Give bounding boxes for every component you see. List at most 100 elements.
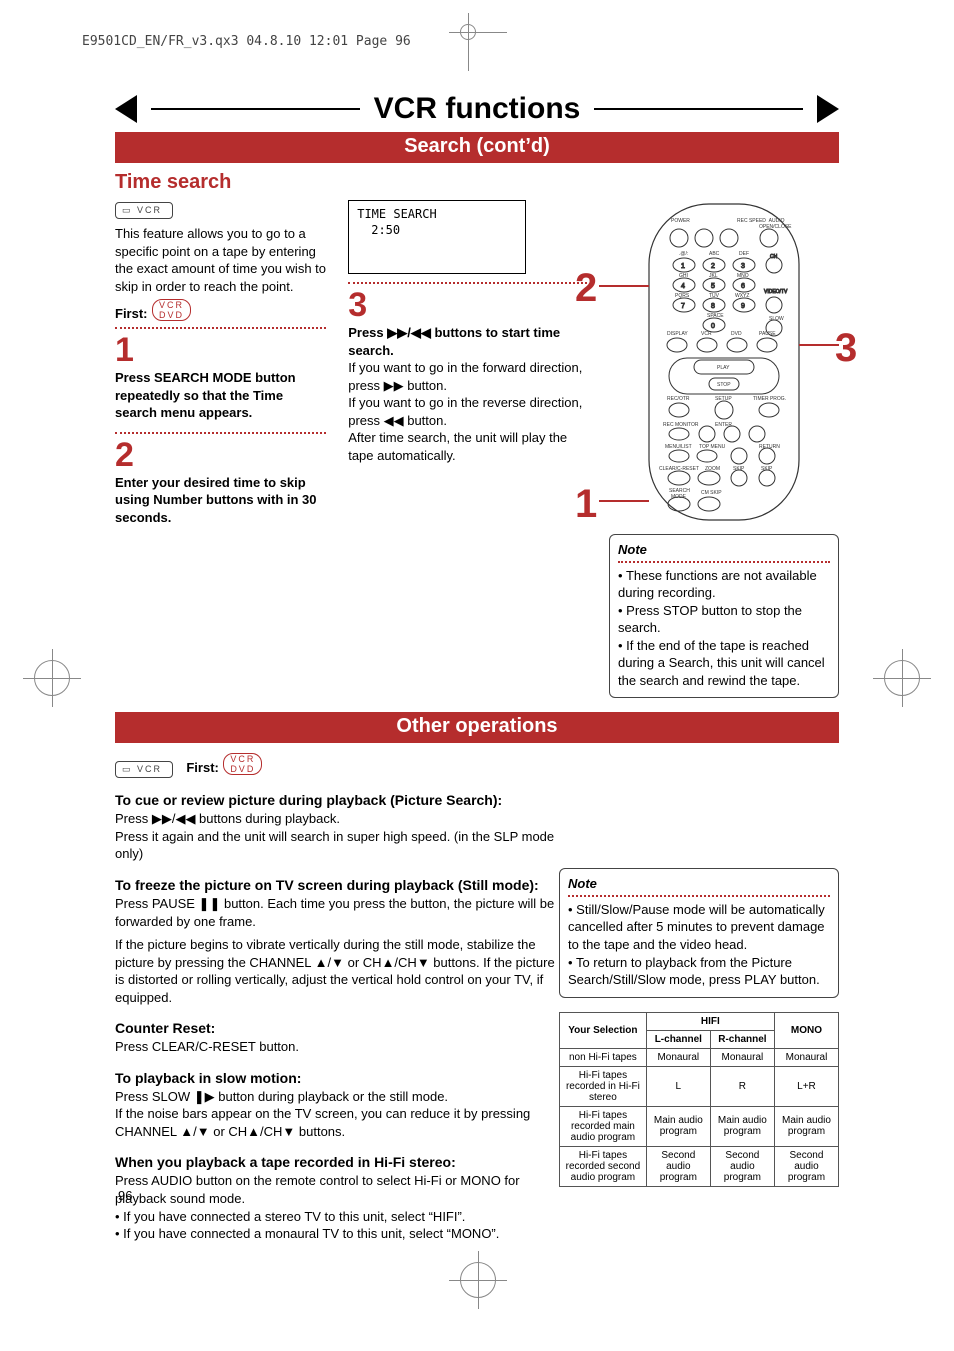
callout-line-1 (599, 500, 649, 502)
hifi-table: Your Selection HIFI MONO L-channel R-cha… (559, 1012, 839, 1187)
note-head-1: Note (618, 542, 647, 557)
svg-text:6: 6 (741, 283, 745, 290)
svg-text:REC MONITOR: REC MONITOR (663, 422, 699, 428)
note-dotted-2 (568, 895, 830, 897)
step-3-head: Press ▶▶/◀◀ buttons to start time search… (348, 324, 587, 359)
svg-text:STOP: STOP (717, 382, 731, 388)
header-meta: E9501CD_EN/FR_v3.qx3 04.8.10 12:01 Page … (82, 34, 411, 49)
svg-text:SETUP: SETUP (715, 396, 732, 402)
svg-text:MENU/LIST: MENU/LIST (665, 444, 692, 450)
callout-line-2 (599, 285, 649, 287)
section-band-search: Search (cont’d) (115, 132, 839, 163)
svg-text:PQRS: PQRS (675, 293, 690, 299)
svg-text:TUV: TUV (709, 293, 720, 299)
note1-b3: • If the end of the tape is reached duri… (618, 637, 830, 690)
note-head-2: Note (568, 876, 597, 891)
svg-text:ABC: ABC (709, 251, 720, 257)
svg-text:SLOW: SLOW (769, 316, 784, 322)
step-3-number: 3 (348, 288, 587, 322)
svg-text:VIDEO/TV: VIDEO/TV (764, 289, 788, 295)
svg-text:DEF: DEF (739, 251, 749, 257)
step-2-number: 2 (115, 438, 326, 472)
hifi-h-sel: Your Selection (560, 1012, 647, 1048)
remote-callout-3: 3 (835, 328, 857, 368)
time-search-intro: This feature allows you to go to a speci… (115, 225, 326, 295)
table-row: Hi-Fi tapes recorded in Hi-Fi stereo L R… (560, 1066, 839, 1106)
note2-b1: • Still/Slow/Pause mode will be automati… (568, 901, 830, 954)
dotted-rule-3 (348, 282, 587, 284)
vcr-badge-icon-2: ▭ VCR (115, 761, 173, 778)
step-1-number: 1 (115, 333, 326, 367)
title-rule-right (594, 108, 803, 110)
step-1-text: Press SEARCH MODE button repeatedly so t… (115, 369, 326, 422)
svg-text:8: 8 (711, 303, 715, 310)
svg-text:SPACE: SPACE (707, 313, 724, 319)
svg-text:OPEN/CLOSE: OPEN/CLOSE (759, 224, 792, 230)
svg-text:0: 0 (711, 323, 715, 330)
note-dotted-1 (618, 561, 830, 563)
chev-left-icon (115, 95, 137, 123)
note-box-2: Note • Still/Slow/Pause mode will be aut… (559, 868, 839, 997)
note1-b2: • Press STOP button to stop the search. (618, 602, 830, 637)
step-3-body-2: If you want to go in the reverse directi… (348, 394, 587, 429)
ops-p5b: • If you have connected a stereo TV to t… (115, 1208, 839, 1226)
svg-text:7: 7 (681, 303, 685, 310)
remote-svg: POWER REC SPEED AUDIO OPEN/CLOSE 1 2 3 4… (609, 200, 839, 530)
ops-p5c: • If you have connected a monaural TV to… (115, 1225, 839, 1243)
ops-p5a: Press AUDIO button on the remote control… (115, 1172, 575, 1207)
svg-text:MNO: MNO (737, 273, 749, 279)
svg-text:9: 9 (741, 303, 745, 310)
svg-text:1: 1 (681, 263, 685, 270)
hifi-h-mono: MONO (774, 1012, 838, 1048)
subheading-time-search: Time search (115, 171, 839, 194)
svg-text:CM SKIP: CM SKIP (701, 490, 722, 496)
ops-p1b: Press it again and the unit will search … (115, 828, 575, 863)
svg-text:CH: CH (770, 254, 778, 260)
dotted-rule-2 (115, 432, 326, 434)
svg-text:DVD: DVD (731, 331, 742, 337)
hifi-h-hifi: HIFI (646, 1012, 774, 1030)
svg-text:2: 2 (711, 263, 715, 270)
svg-text:TOP MENU: TOP MENU (699, 444, 726, 450)
first-label-2: First: (186, 760, 219, 775)
dotted-rule-1 (115, 327, 326, 329)
svg-text:.@/:: .@/: (679, 251, 688, 257)
step-3-body-3: After time search, the unit will play th… (348, 429, 587, 464)
svg-text:TIMER PROG.: TIMER PROG. (753, 396, 786, 402)
first-label-1: First: (115, 306, 148, 321)
osd-value: 2:50 (371, 223, 517, 237)
registration-mark-left (34, 660, 70, 696)
svg-text:PLAY: PLAY (717, 365, 730, 371)
osd-title: TIME SEARCH (357, 207, 517, 221)
remote-callout-1: 1 (575, 484, 597, 524)
svg-text:5: 5 (711, 283, 715, 290)
svg-text:4: 4 (681, 283, 685, 290)
vcr-dvd-icon-2: VCRDVD (223, 753, 262, 775)
step-2-text: Enter your desired time to skip using Nu… (115, 474, 326, 527)
registration-mark-bottom (460, 1262, 496, 1298)
remote-callout-2: 2 (575, 268, 597, 308)
title-row: VCR functions (115, 92, 839, 126)
svg-text:POWER: POWER (671, 218, 690, 224)
chev-right-icon (817, 95, 839, 123)
registration-mark-right (884, 660, 920, 696)
note1-b1: • These functions are not available duri… (618, 567, 830, 602)
callout-line-3 (799, 344, 839, 346)
osd-screen: TIME SEARCH 2:50 (348, 200, 526, 274)
ops-p2a: Press PAUSE ❚❚ button. Each time you pre… (115, 895, 575, 930)
title-rule-left (151, 108, 360, 110)
section-band-other: Other operations (115, 712, 839, 743)
remote-diagram: POWER REC SPEED AUDIO OPEN/CLOSE 1 2 3 4… (609, 200, 839, 530)
svg-text:ENTER: ENTER (715, 422, 732, 428)
svg-text:DISPLAY: DISPLAY (667, 331, 688, 337)
note2-b2: • To return to playback from the Picture… (568, 954, 830, 989)
table-row: Hi-Fi tapes recorded main audio program … (560, 1106, 839, 1146)
page-title: VCR functions (374, 92, 581, 126)
registration-mark-top (460, 24, 476, 40)
table-row: Hi-Fi tapes recorded second audio progra… (560, 1146, 839, 1186)
step-3-body-1: If you want to go in the forward directi… (348, 359, 587, 394)
svg-text:3: 3 (741, 263, 745, 270)
svg-text:JKL: JKL (709, 273, 718, 279)
svg-text:GHI: GHI (679, 273, 688, 279)
vcr-dvd-icon-1: VCRDVD (152, 299, 191, 321)
